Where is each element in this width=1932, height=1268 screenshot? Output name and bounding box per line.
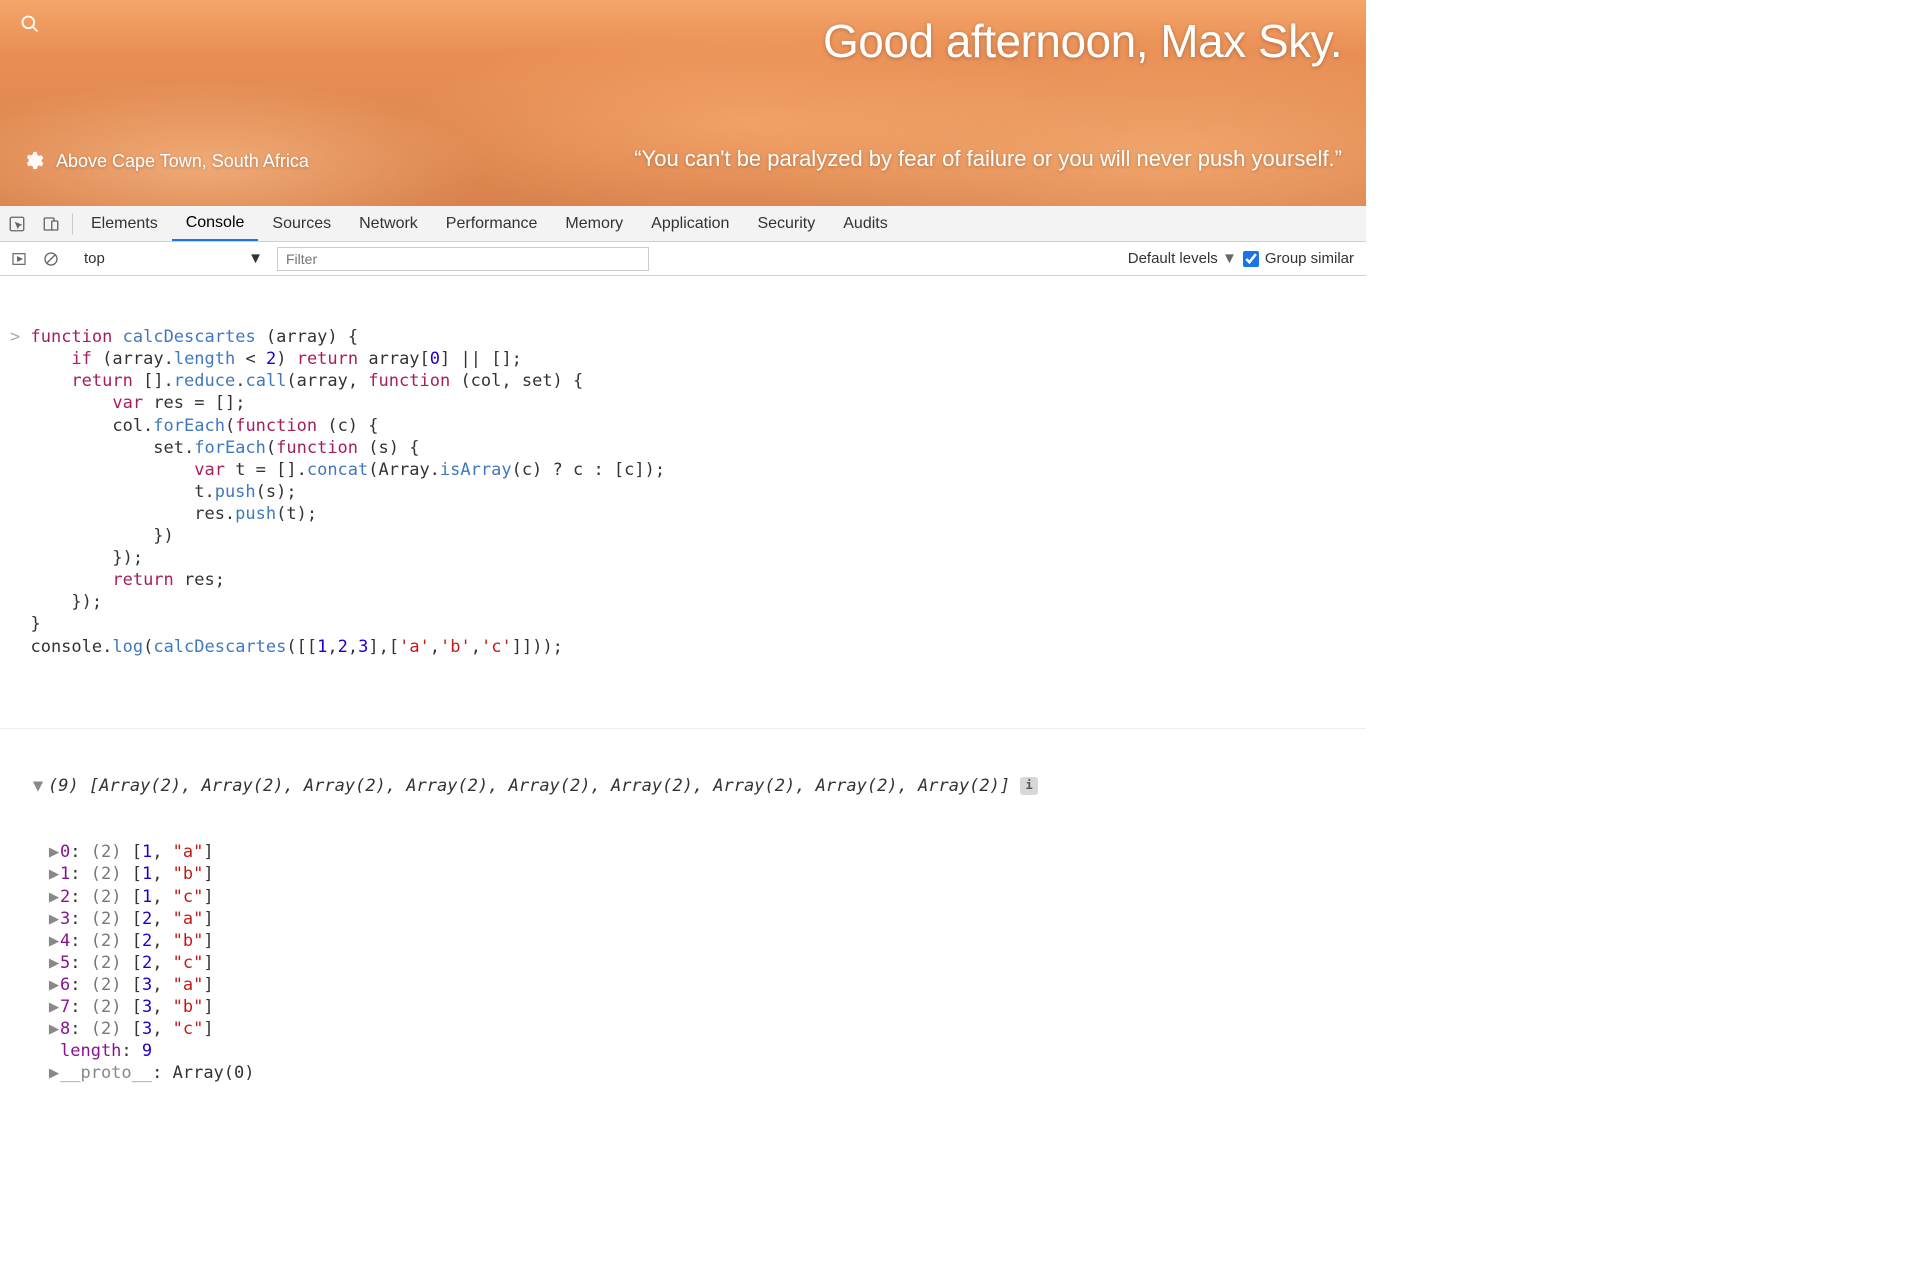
caret-right-icon[interactable]: ▶	[48, 952, 60, 974]
result-item[interactable]: ▶0: (2) [1, "a"]	[48, 841, 1356, 863]
code-line: res.push(t);	[0, 503, 1366, 525]
result-item[interactable]: ▶3: (2) [2, "a"]	[48, 908, 1356, 930]
tab-network[interactable]: Network	[345, 206, 432, 241]
device-toggle-icon[interactable]	[34, 206, 68, 241]
inspect-icon[interactable]	[0, 206, 34, 241]
code-line: return res;	[0, 569, 1366, 591]
group-similar-checkbox[interactable]	[1243, 251, 1259, 267]
result-item[interactable]: ▶5: (2) [2, "c"]	[48, 952, 1356, 974]
code-line: })	[0, 525, 1366, 547]
caret-right-icon[interactable]: ▶	[48, 908, 60, 930]
caret-right-icon[interactable]: ▶	[48, 930, 60, 952]
new-tab-hero: Good afternoon, Max Sky. “You can't be p…	[0, 0, 1366, 206]
log-levels-select[interactable]: Default levels ▼	[1128, 250, 1237, 267]
caret-right-icon[interactable]: ▶	[48, 996, 60, 1018]
caret-right-icon[interactable]: ▶	[48, 1018, 60, 1040]
tab-audits[interactable]: Audits	[829, 206, 901, 241]
clear-console-icon[interactable]	[38, 246, 64, 272]
code-line: });	[0, 591, 1366, 613]
gear-icon[interactable]	[22, 150, 44, 172]
tab-sources[interactable]: Sources	[258, 206, 345, 241]
result-summary: [Array(2), Array(2), Array(2), Array(2),…	[89, 776, 1010, 796]
caret-right-icon[interactable]: ▶	[48, 841, 60, 863]
caret-down-icon[interactable]: ▼	[32, 775, 44, 797]
code-line: var res = [];	[0, 392, 1366, 414]
greeting-text: Good afternoon, Max Sky.	[823, 14, 1342, 68]
code-line: });	[0, 547, 1366, 569]
code-line: var t = [].concat(Array.isArray(c) ? c :…	[0, 459, 1366, 481]
code-line: console.log(calcDescartes([[1,2,3],['a',…	[0, 636, 1366, 658]
caret-right-icon[interactable]: ▶	[48, 863, 60, 885]
tab-memory[interactable]: Memory	[551, 206, 637, 241]
code-line: return [].reduce.call(array, function (c…	[0, 370, 1366, 392]
context-label: top	[84, 250, 105, 267]
devtools-tabbar: ElementsConsoleSourcesNetworkPerformance…	[0, 206, 1366, 242]
console-result-tree[interactable]: ▼ (9) [Array(2), Array(2), Array(2), Arr…	[0, 728, 1366, 1129]
caret-right-icon[interactable]: ▶	[48, 886, 60, 908]
search-icon[interactable]	[20, 14, 40, 34]
tabbar-divider	[72, 213, 73, 235]
result-item[interactable]: ▶7: (2) [3, "b"]	[48, 996, 1356, 1018]
quote-text: “You can't be paralyzed by fear of failu…	[634, 146, 1342, 172]
code-line: col.forEach(function (c) {	[0, 415, 1366, 437]
code-line: > function calcDescartes (array) {	[0, 326, 1366, 348]
result-count: 9	[58, 776, 68, 796]
code-line: }	[0, 613, 1366, 635]
location-block: Above Cape Town, South Africa	[22, 150, 309, 172]
result-proto[interactable]: ▶__proto__: Array(0)	[48, 1062, 1356, 1084]
location-text: Above Cape Town, South Africa	[56, 151, 309, 172]
code-line: t.push(s);	[0, 481, 1366, 503]
console-filter-input[interactable]	[277, 247, 649, 271]
tab-application[interactable]: Application	[637, 206, 743, 241]
console-toolbar: top ▼ Default levels ▼ Group similar	[0, 242, 1366, 276]
chevron-down-icon: ▼	[1222, 250, 1237, 267]
result-item[interactable]: ▶6: (2) [3, "a"]	[48, 974, 1356, 996]
console-output: > function calcDescartes (array) { if (a…	[0, 276, 1366, 1151]
sidebar-toggle-icon[interactable]	[6, 246, 32, 272]
caret-right-icon[interactable]: ▶	[48, 1062, 60, 1084]
result-item[interactable]: ▶1: (2) [1, "b"]	[48, 863, 1356, 885]
result-length: ▶length: 9	[48, 1040, 1356, 1062]
tab-elements[interactable]: Elements	[77, 206, 172, 241]
tab-security[interactable]: Security	[743, 206, 829, 241]
result-item[interactable]: ▶8: (2) [3, "c"]	[48, 1018, 1356, 1040]
tab-console[interactable]: Console	[172, 206, 259, 241]
chevron-down-icon: ▼	[248, 250, 263, 267]
execution-context-select[interactable]: top ▼	[76, 250, 271, 267]
result-item[interactable]: ▶2: (2) [1, "c"]	[48, 886, 1356, 908]
info-icon[interactable]: i	[1020, 777, 1038, 795]
code-line: set.forEach(function (s) {	[0, 437, 1366, 459]
caret-right-icon[interactable]: ▶	[48, 974, 60, 996]
tab-performance[interactable]: Performance	[432, 206, 552, 241]
group-similar-label: Group similar	[1265, 250, 1354, 267]
code-line: if (array.length < 2) return array[0] ||…	[0, 348, 1366, 370]
result-item[interactable]: ▶4: (2) [2, "b"]	[48, 930, 1356, 952]
